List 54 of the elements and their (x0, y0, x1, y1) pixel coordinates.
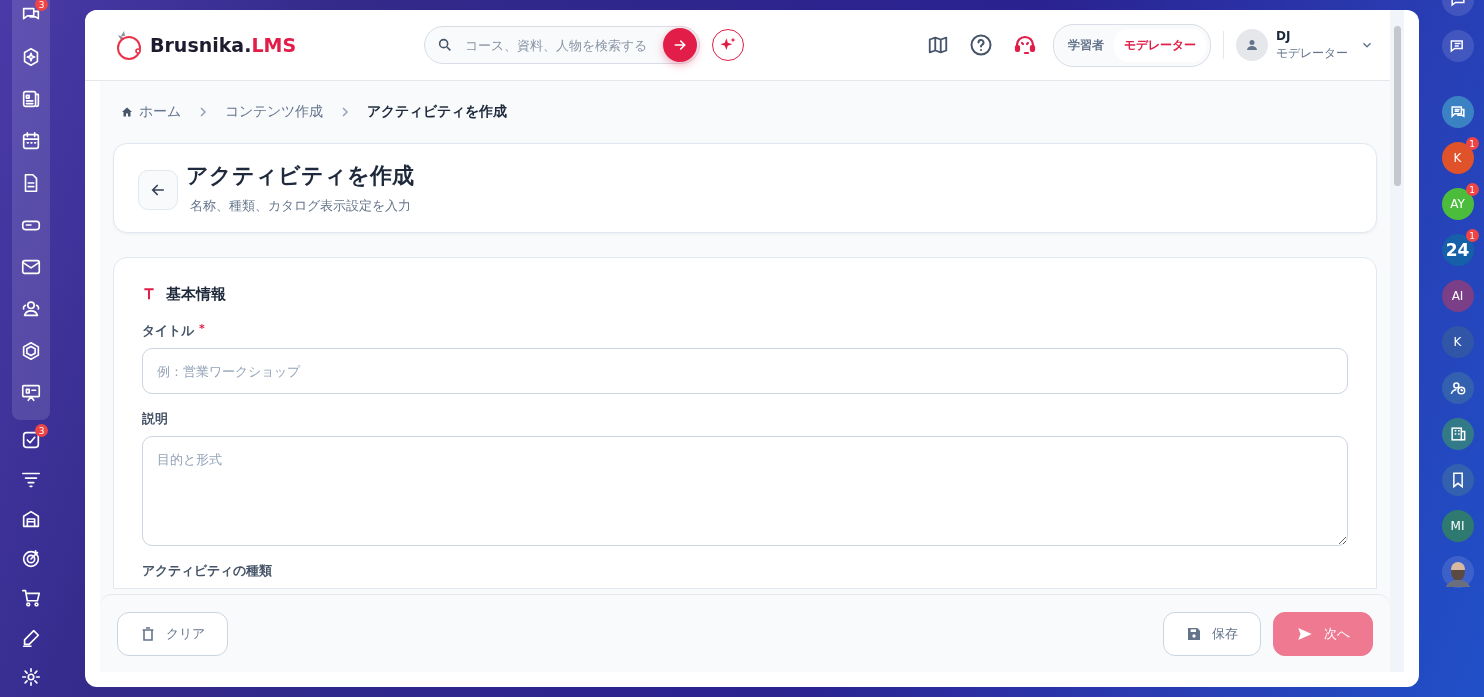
sidebar-item[interactable]: 3 (12, 0, 50, 36)
map-icon[interactable] (927, 34, 949, 56)
user-avatar[interactable] (1236, 29, 1268, 61)
search-input[interactable]: コース、資料、人物を検索する (463, 36, 653, 54)
target-icon (20, 547, 42, 570)
count-badge: 1 (1465, 137, 1479, 150)
count-badge: 1 (1465, 183, 1479, 196)
count-badge: 3 (35, 0, 48, 11)
search-field[interactable]: コース、資料、人物を検索する (424, 26, 700, 64)
count-badge: 1 (1465, 229, 1479, 242)
text-t-icon (142, 287, 156, 301)
textarea-field[interactable]: 目的と形式 (142, 436, 1348, 546)
sidebar-item[interactable]: 3 (12, 420, 50, 460)
trash-icon (140, 625, 156, 642)
field-label: タイトル (142, 322, 194, 340)
headset-icon[interactable] (1013, 33, 1037, 57)
input-field[interactable]: 例：営業ワークショップ (142, 348, 1348, 394)
ai-sparkle-button[interactable] (712, 29, 744, 61)
field-label: アクティビティの種類 (142, 562, 272, 580)
presentation-icon (20, 382, 42, 404)
role-tab[interactable]: モデレーター (1114, 28, 1206, 62)
hexagon-icon (20, 340, 42, 362)
save-button[interactable]: 保存 (1163, 611, 1261, 656)
cart-icon (20, 587, 42, 610)
required-marker: * (199, 322, 205, 337)
user-avatar[interactable] (1441, 556, 1474, 588)
user-role: モデレーター (1276, 44, 1348, 62)
search-icon (437, 37, 453, 53)
page-subtitle: 名称、種類、カタログ表示設定を入力 (190, 197, 412, 215)
count-badge: 3 (35, 424, 48, 437)
gear-icon (20, 666, 42, 689)
arrow-right-icon (672, 37, 688, 53)
role-tab[interactable]: 学習者 (1058, 28, 1114, 62)
person-icon (1246, 39, 1258, 51)
field-label: 説明 (142, 410, 168, 428)
newspaper-icon (20, 88, 42, 110)
home-icon (121, 106, 133, 118)
calendar-icon (20, 130, 42, 152)
contact-avatar[interactable]: MI (1441, 510, 1474, 542)
contact-avatar[interactable]: AI (1441, 280, 1474, 312)
scrollbar[interactable] (1390, 10, 1404, 672)
clear-button[interactable]: クリア (117, 611, 228, 656)
breadcrumb-link[interactable]: コンテンツ作成 (225, 103, 323, 121)
breadcrumb-link[interactable]: ホーム (139, 103, 181, 121)
back-button[interactable] (138, 170, 178, 210)
search-submit-button[interactable] (663, 28, 697, 62)
user-name: DJ (1276, 28, 1292, 43)
contact-avatar[interactable]: K (1441, 326, 1474, 358)
help-icon[interactable] (969, 33, 993, 57)
app-logo-text: Brusnika.LMS (150, 34, 297, 56)
chevron-right-icon (341, 107, 349, 117)
page-title: アクティビティを作成 (186, 162, 414, 190)
section-title: 基本情報 (166, 284, 226, 304)
chevron-right-icon (199, 107, 207, 117)
